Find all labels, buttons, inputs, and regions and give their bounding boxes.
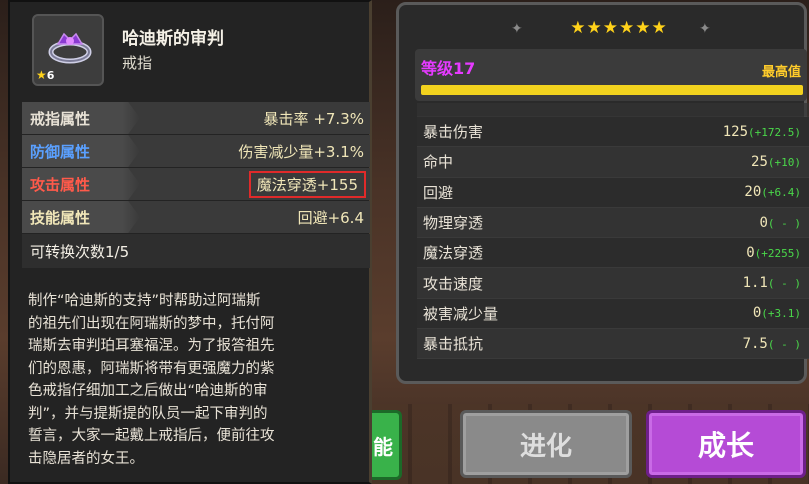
attribute-label: 戒指属性 <box>30 109 91 128</box>
stat-row: 回避 20(+6.4) <box>417 177 809 208</box>
attribute-label: 攻击属性 <box>30 175 91 194</box>
stat-value: 0(+3.1) <box>753 305 801 321</box>
attribute-row: 戒指属性 暴击率 +7.3% <box>22 102 370 134</box>
stat-value-base: 1.1 <box>742 275 768 292</box>
stat-value-bonus: (+3.1) <box>761 307 801 321</box>
stat-value: 25(+10) <box>751 154 801 170</box>
stat-value-base: 25 <box>751 153 768 170</box>
stat-row-cut <box>417 103 809 117</box>
star-icon: ★ <box>36 68 47 82</box>
stat-value-bonus: ( - ) <box>767 216 801 230</box>
item-header: ★6 哈迪斯的审判 戒指 <box>20 8 370 92</box>
wing-left-icon: ✦ <box>511 21 523 37</box>
stat-name: 暴击伤害 <box>423 123 484 142</box>
stat-row: 被害减少量 0(+3.1) <box>417 298 809 330</box>
attribute-list: 戒指属性 暴击率 +7.3% 防御属性 伤害减少量+3.1% 攻击属性 魔法穿透+155 技… <box>22 102 370 268</box>
attribute-label: 防御属性 <box>30 142 91 161</box>
item-tooltip: ★6 哈迪斯的审判 戒指 戒指属性 暴击率 +7.3% 防御属性 伤害减少量+3.1%… <box>8 0 372 484</box>
evolve-button[interactable]: 进化 <box>460 410 632 478</box>
stat-value-bonus: (+6.4) <box>761 186 801 200</box>
stat-row: 暴击抵抗 7.5( - ) <box>417 329 809 360</box>
item-star-badge: ★6 <box>36 68 54 82</box>
stat-row: 命中 25(+10) <box>417 147 809 178</box>
stat-row: 暴击伤害 125(+172.5) <box>417 117 809 148</box>
item-star-count: 6 <box>46 69 55 82</box>
stat-value-base: 0 <box>752 305 762 322</box>
ring-art <box>48 32 92 64</box>
stat-value: 20(+6.4) <box>744 184 801 200</box>
attribute-value: 伤害减少量+3.1% <box>238 142 364 161</box>
stat-name: 魔法穿透 <box>423 244 484 263</box>
stat-value-bonus: ( - ) <box>767 337 801 351</box>
stat-name: 命中 <box>423 153 454 172</box>
convert-count: 可转换次数1/5 <box>22 234 370 268</box>
stat-value-bonus: ( - ) <box>767 277 801 291</box>
stat-value-base: 125 <box>722 123 749 140</box>
stat-row: 魔法穿透 0(+2255) <box>417 238 809 269</box>
ring-icon: ★6 <box>32 14 104 86</box>
level-max-label: 最高值 <box>761 65 801 80</box>
stat-name: 物理穿透 <box>423 214 484 233</box>
stats-panel: ✦ ★★★★★★ ✦ 等级17 最高值 暴击伤害 125(+172.5) 命中 25(… <box>396 2 809 384</box>
star-rating: ★★★★★★ <box>570 18 668 38</box>
item-description: 制作“哈迪斯的支持”时帮助过阿瑞斯 的祖先们出现在阿瑞斯的梦中，托付阿 瑞斯去审… <box>28 293 275 467</box>
stat-value: 0( - ) <box>759 215 801 231</box>
stat-value-bonus: (+10) <box>767 155 801 169</box>
stat-name: 暴击抵抗 <box>423 335 484 354</box>
attribute-value: 回避+6.4 <box>297 208 364 227</box>
level-progress-fill <box>421 85 803 95</box>
item-type: 戒指 <box>122 54 153 72</box>
stat-row: 攻击速度 1.1( - ) <box>417 268 809 299</box>
item-name: 哈迪斯的审判 <box>122 29 224 49</box>
attribute-label: 技能属性 <box>30 208 91 227</box>
attribute-row: 技能属性 回避+6.4 <box>22 201 370 233</box>
stat-row: 物理穿透 0( - ) <box>417 207 809 239</box>
stat-value-base: 7.5 <box>742 335 768 352</box>
stat-value: 0(+2255) <box>746 245 801 261</box>
attribute-row: 防御属性 伤害减少量+3.1% <box>22 135 370 167</box>
stat-value-base: 0 <box>746 244 755 261</box>
attribute-value: 暴击率 +7.3% <box>263 109 364 128</box>
stat-value-base: 20 <box>744 184 762 201</box>
level-progress-track <box>421 85 803 95</box>
stat-name: 回避 <box>423 183 454 202</box>
stat-name: 攻击速度 <box>423 274 484 293</box>
level-label: 等级17 <box>421 59 476 78</box>
stat-name: 被害减少量 <box>423 304 499 323</box>
attribute-row: 攻击属性 魔法穿透+155 <box>22 168 370 200</box>
stat-value-bonus: (+172.5) <box>748 125 801 139</box>
stat-value: 125(+172.5) <box>723 124 801 140</box>
wing-right-icon: ✦ <box>699 21 711 37</box>
stat-value: 7.5( - ) <box>743 336 801 352</box>
attribute-value: 魔法穿透+155 <box>248 170 366 198</box>
stat-value-base: 0 <box>759 214 768 231</box>
stat-value-bonus: (+2255) <box>754 246 801 260</box>
stat-list[interactable]: 暴击伤害 125(+172.5) 命中 25(+10) 回避 20(+6.4) 物理穿透 0(… <box>417 103 809 373</box>
grow-button[interactable]: 成长 <box>646 410 806 478</box>
stat-value: 1.1( - ) <box>743 275 801 291</box>
level-box: 等级17 最高值 <box>415 49 807 101</box>
